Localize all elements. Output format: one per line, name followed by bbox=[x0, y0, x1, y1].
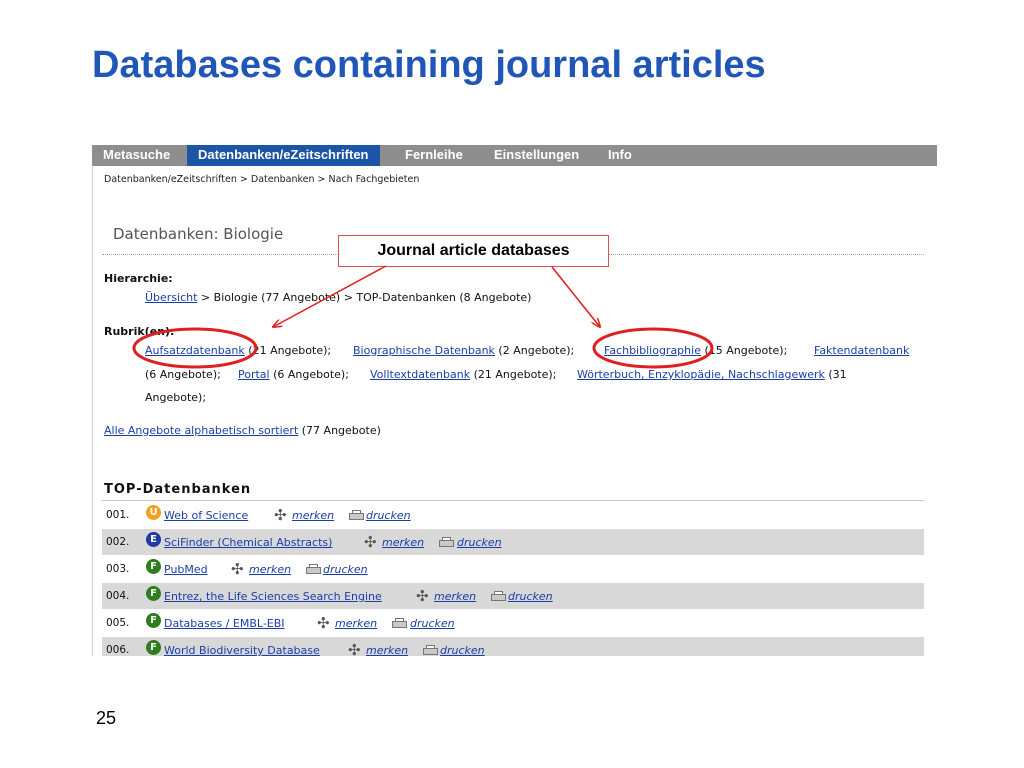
drucken-link[interactable]: drucken bbox=[366, 509, 411, 522]
access-badge-icon: F bbox=[146, 613, 161, 628]
rubrik-item-biographische: Biographische Datenbank (2 Angebote); bbox=[353, 344, 574, 357]
drucken-link[interactable]: drucken bbox=[457, 536, 502, 549]
breadcrumb: Datenbanken/eZeitschriften > Datenbanken… bbox=[104, 174, 420, 185]
slide-number: 25 bbox=[96, 708, 117, 728]
drucken-link[interactable]: drucken bbox=[410, 617, 455, 630]
plus-icon[interactable]: ✣ bbox=[416, 587, 429, 605]
drucken-link[interactable]: drucken bbox=[508, 590, 553, 603]
drucken-link[interactable]: drucken bbox=[323, 563, 368, 576]
database-link[interactable]: Web of Science bbox=[164, 509, 248, 522]
hierarchie-path: > Biologie (77 Angebote) > TOP-Datenbank… bbox=[197, 291, 532, 304]
access-badge-icon: U bbox=[146, 505, 161, 520]
database-link[interactable]: Entrez, the Life Sciences Search Engine bbox=[164, 590, 382, 603]
rubrik-line-3: Angebote); bbox=[145, 391, 207, 404]
rubrik-item-portal: Portal (6 Angebote); bbox=[238, 368, 349, 381]
rubrik-count: (6 Angebote); bbox=[145, 368, 221, 381]
printer-icon[interactable] bbox=[392, 618, 407, 628]
database-link[interactable]: SciFinder (Chemical Abstracts) bbox=[164, 536, 332, 549]
alle-angebote-line: Alle Angebote alphabetisch sortiert (77 … bbox=[104, 424, 381, 437]
plus-icon[interactable]: ✣ bbox=[231, 560, 244, 578]
faktendatenbank-link[interactable]: Faktendatenbank bbox=[814, 344, 909, 357]
hierarchie-label: Hierarchie: bbox=[104, 272, 173, 285]
alle-count: (77 Angebote) bbox=[298, 424, 381, 437]
row-number: 003. bbox=[106, 563, 130, 575]
database-link[interactable]: World Biodiversity Database bbox=[164, 644, 320, 656]
database-list: 001. U Web of Science ✣ merken drucken 0… bbox=[102, 502, 924, 656]
printer-icon[interactable] bbox=[349, 510, 364, 520]
merken-link[interactable]: merken bbox=[382, 536, 424, 549]
printer-icon[interactable] bbox=[306, 564, 321, 574]
access-badge-icon: E bbox=[146, 532, 161, 547]
rubrik-item-volltextdatenbank: Volltextdatenbank (21 Angebote); bbox=[370, 368, 556, 381]
navbar: Metasuche Datenbanken/eZeitschriften Fer… bbox=[92, 145, 937, 166]
volltextdatenbank-link[interactable]: Volltextdatenbank bbox=[370, 368, 470, 381]
uebersicht-link[interactable]: Übersicht bbox=[145, 291, 197, 304]
top-datenbanken-title: TOP-Datenbanken bbox=[104, 482, 252, 497]
access-badge-icon: F bbox=[146, 586, 161, 601]
merken-link[interactable]: merken bbox=[335, 617, 377, 630]
list-item: 006. F World Biodiversity Database ✣ mer… bbox=[102, 637, 924, 656]
biographische-datenbank-link[interactable]: Biographische Datenbank bbox=[353, 344, 495, 357]
printer-icon[interactable] bbox=[491, 591, 506, 601]
rubrik-item-woerterbuch: Wörterbuch, Enzyklopädie, Nachschlagewer… bbox=[577, 368, 847, 381]
rubrik-item-faktendatenbank: Faktendatenbank bbox=[814, 344, 909, 357]
merken-link[interactable]: merken bbox=[249, 563, 291, 576]
printer-icon[interactable] bbox=[439, 537, 454, 547]
aufsatzdatenbank-link[interactable]: Aufsatzdatenbank bbox=[145, 344, 245, 357]
tab-info[interactable]: Info bbox=[597, 145, 643, 166]
plus-icon[interactable]: ✣ bbox=[348, 641, 361, 656]
rubrik-count: (6 Angebote); bbox=[269, 368, 349, 381]
rubrik-count: (15 Angebote); bbox=[700, 344, 788, 357]
row-number: 002. bbox=[106, 536, 130, 548]
rubrik-line-2: (6 Angebote); bbox=[145, 368, 221, 381]
plus-icon[interactable]: ✣ bbox=[317, 614, 330, 632]
printer-icon[interactable] bbox=[423, 645, 438, 655]
screenshot-panel: Metasuche Datenbanken/eZeitschriften Fer… bbox=[92, 145, 937, 656]
database-link[interactable]: Databases / EMBL-EBI bbox=[164, 617, 285, 630]
annotation-callout: Journal article databases bbox=[338, 235, 609, 267]
merken-link[interactable]: merken bbox=[434, 590, 476, 603]
row-number: 001. bbox=[106, 509, 130, 521]
rubrik-item-aufsatzdatenbank: Aufsatzdatenbank (21 Angebote); bbox=[145, 344, 331, 357]
drucken-link[interactable]: drucken bbox=[440, 644, 485, 656]
list-item: 004. F Entrez, the Life Sciences Search … bbox=[102, 583, 924, 610]
tab-fernleihe[interactable]: Fernleihe bbox=[394, 145, 474, 166]
alle-angebote-link[interactable]: Alle Angebote alphabetisch sortiert bbox=[104, 424, 298, 437]
tab-metasuche[interactable]: Metasuche bbox=[92, 145, 181, 166]
rubrik-item-fachbibliographie: Fachbibliographie (15 Angebote); bbox=[604, 344, 787, 357]
list-item: 002. E SciFinder (Chemical Abstracts) ✣ … bbox=[102, 529, 924, 556]
merken-link[interactable]: merken bbox=[292, 509, 334, 522]
slide-title: Databases containing journal articles bbox=[92, 44, 766, 86]
row-number: 006. bbox=[106, 644, 130, 656]
page-title: Datenbanken: Biologie bbox=[113, 225, 284, 243]
rubrik-count: (31 bbox=[824, 368, 847, 381]
rubrik-count: (21 Angebote); bbox=[470, 368, 557, 381]
woerterbuch-link[interactable]: Wörterbuch, Enzyklopädie, Nachschlagewer… bbox=[577, 368, 825, 381]
left-border bbox=[92, 167, 93, 656]
rubrik-count: (21 Angebote); bbox=[244, 344, 332, 357]
divider bbox=[102, 500, 924, 501]
list-item: 003. F PubMed ✣ merken drucken bbox=[102, 556, 924, 583]
portal-link[interactable]: Portal bbox=[238, 368, 270, 381]
tab-datenbanken[interactable]: Datenbanken/eZeitschriften bbox=[187, 145, 380, 166]
rubrik-count: (2 Angebote); bbox=[494, 344, 575, 357]
plus-icon[interactable]: ✣ bbox=[364, 533, 377, 551]
merken-link[interactable]: merken bbox=[366, 644, 408, 656]
hierarchie-line: Übersicht > Biologie (77 Angebote) > TOP… bbox=[145, 291, 531, 304]
access-badge-icon: F bbox=[146, 640, 161, 655]
database-link[interactable]: PubMed bbox=[164, 563, 208, 576]
list-item: 001. U Web of Science ✣ merken drucken bbox=[102, 502, 924, 529]
row-number: 005. bbox=[106, 617, 130, 629]
access-badge-icon: F bbox=[146, 559, 161, 574]
list-item: 005. F Databases / EMBL-EBI ✣ merken dru… bbox=[102, 610, 924, 637]
tab-einstellungen[interactable]: Einstellungen bbox=[483, 145, 590, 166]
plus-icon[interactable]: ✣ bbox=[274, 506, 287, 524]
rubrik-label: Rubrik(en): bbox=[104, 325, 175, 338]
fachbibliographie-link[interactable]: Fachbibliographie bbox=[604, 344, 701, 357]
row-number: 004. bbox=[106, 590, 130, 602]
